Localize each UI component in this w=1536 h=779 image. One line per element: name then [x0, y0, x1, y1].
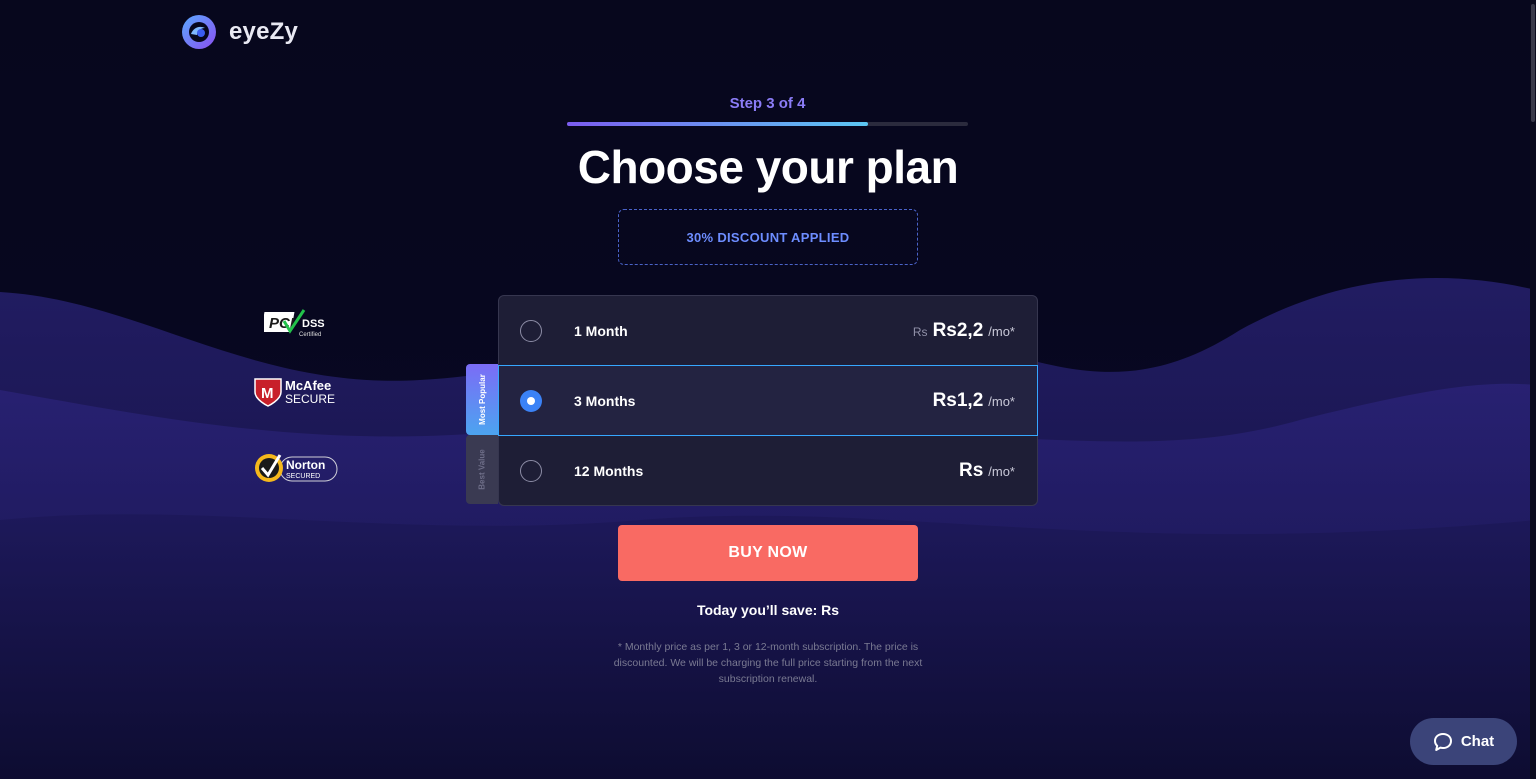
brand-logo[interactable]: eyeZy — [181, 14, 298, 50]
plan-option-3-months[interactable]: 3 Months Rs1,2 /mo* — [498, 365, 1038, 436]
plan-option-12-months[interactable]: 12 Months Rs /mo* — [499, 436, 1037, 505]
most-popular-tag: Most Popular — [466, 364, 498, 435]
step-progress-bar — [567, 122, 968, 126]
plan-price-unit: /mo* — [988, 323, 1015, 339]
plan-radio-3-months[interactable] — [520, 389, 542, 412]
pci-dss-badge: PCI DSS Certified — [264, 309, 328, 339]
plan-radio-12-months[interactable] — [520, 459, 542, 482]
pricing-footnote: * Monthly price as per 1, 3 or 12-month … — [613, 641, 923, 685]
norton-name-text: Norton — [286, 458, 325, 472]
brand-name: eyeZy — [229, 18, 299, 45]
plan-label: 3 Months — [574, 392, 636, 409]
page-scrollbar[interactable] — [1530, 0, 1536, 779]
pci-dss-text: DSS — [302, 318, 325, 330]
plan-new-price: Rs — [958, 459, 984, 481]
chat-button[interactable]: Chat — [1410, 718, 1517, 765]
plan-price: Rs Rs2,2 /mo* — [913, 320, 1015, 342]
norton-secured-text: SECURED — [286, 473, 320, 480]
eye-logo-icon — [182, 15, 216, 49]
chat-label: Chat — [1460, 733, 1495, 750]
mcafee-secure-text: SECURE — [285, 392, 335, 406]
most-popular-text: Most Popular — [477, 374, 487, 425]
plan-list: 1 Month Rs Rs2,2 /mo* 3 Months Rs1,2 /mo… — [498, 295, 1038, 506]
plan-new-price: Rs2,2 — [932, 319, 984, 341]
best-value-text: Best Value — [477, 449, 487, 490]
plan-radio-1-month[interactable] — [520, 319, 542, 342]
plan-old-price: Rs — [912, 324, 928, 339]
step-progress-fill — [567, 122, 868, 126]
buy-now-button[interactable]: BUY NOW — [618, 525, 918, 581]
plan-price: Rs /mo* — [954, 460, 1015, 482]
plan-price: Rs1,2 /mo* — [928, 390, 1015, 412]
plan-label: 12 Months — [574, 462, 644, 479]
savings-text: Today you’ll save: Rs — [696, 602, 840, 618]
mcafee-name-text: McAfee — [285, 378, 331, 393]
svg-text:M: M — [261, 385, 274, 402]
plan-price-unit: /mo* — [988, 463, 1015, 479]
pci-certified-text: Certified — [299, 332, 321, 338]
mcafee-shield-icon: M McAfee SECURE — [254, 378, 335, 407]
step-indicator: Step 3 of 4 — [729, 95, 806, 112]
plan-label: 1 Month — [574, 322, 628, 339]
page: eyeZy Step 3 of 4 Choose your plan 30% D… — [0, 0, 1536, 779]
page-title: Choose your plan — [577, 141, 959, 193]
plan-new-price: Rs1,2 — [932, 389, 984, 411]
discount-banner: 30% DISCOUNT APPLIED — [618, 209, 918, 265]
norton-secured-badge: Norton SECURED — [252, 449, 340, 485]
plan-price-unit: /mo* — [988, 393, 1015, 409]
pci-check-icon: PCI DSS Certified — [264, 309, 325, 338]
chat-bubble-icon — [1433, 732, 1452, 751]
plan-option-1-month[interactable]: 1 Month Rs Rs2,2 /mo* — [499, 296, 1037, 365]
mcafee-secure-badge: M McAfee SECURE — [253, 376, 339, 408]
norton-check-icon: Norton SECURED — [255, 454, 338, 482]
best-value-tag: Best Value — [466, 435, 498, 504]
scrollbar-thumb[interactable] — [1531, 4, 1535, 122]
